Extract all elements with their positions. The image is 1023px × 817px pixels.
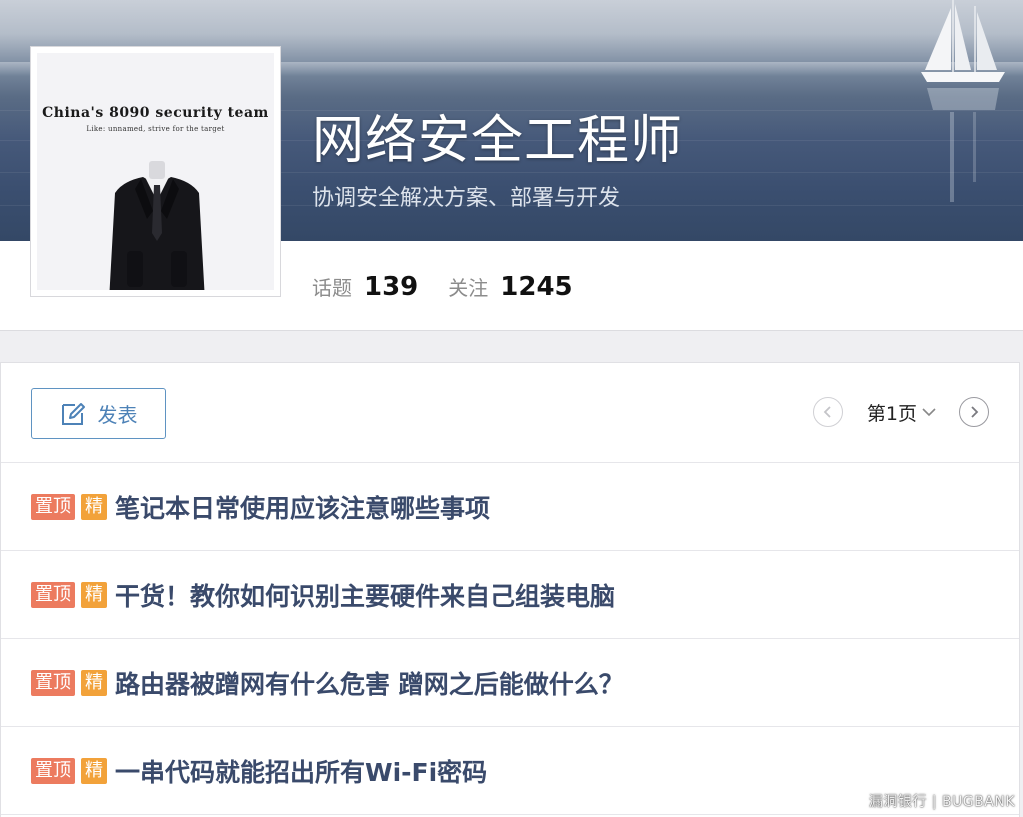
- followers-count[interactable]: 1245: [500, 272, 572, 302]
- topic-title[interactable]: 笔记本日常使用应该注意哪些事项: [115, 489, 490, 525]
- chevron-left-icon: [823, 406, 831, 418]
- topic-row[interactable]: 置顶 精 一串代码就能招出所有Wi-Fi密码: [1, 727, 1019, 815]
- sailboat-image: [921, 0, 1005, 202]
- featured-badge: 精: [81, 581, 107, 608]
- topic-title[interactable]: 路由器被蹭网有什么危害 蹭网之后能做什么？: [115, 665, 624, 701]
- previous-page-button[interactable]: [812, 397, 843, 427]
- current-page-label: 第1页: [866, 402, 917, 425]
- group-subtitle: 协调安全解决方案、部署与开发: [312, 186, 621, 211]
- topics-count-label: 话题: [312, 276, 352, 300]
- avatar-heading: China's 8090 security team: [42, 105, 269, 121]
- pinned-badge: 置顶: [31, 581, 75, 608]
- topic-list: 置顶 精 笔记本日常使用应该注意哪些事项 置顶 精 干货！教你如何识别主要硬件来…: [1, 463, 1019, 815]
- topics-count: 139: [364, 272, 419, 302]
- post-button[interactable]: 发表: [31, 388, 166, 439]
- pinned-badge: 置顶: [31, 669, 75, 696]
- pinned-badge: 置顶: [31, 493, 75, 520]
- featured-badge: 精: [81, 669, 107, 696]
- followers-count-label[interactable]: 关注: [448, 272, 488, 301]
- topic-title[interactable]: 干货！教你如何识别主要硬件来自己组装电脑: [115, 577, 615, 613]
- topic-row[interactable]: 置顶 精 路由器被蹭网有什么危害 蹭网之后能做什么？: [1, 639, 1019, 727]
- suit-figure-image: [109, 161, 205, 290]
- topic-row[interactable]: 置顶 精 干货！教你如何识别主要硬件来自己组装电脑: [1, 551, 1019, 639]
- featured-badge: 精: [81, 757, 107, 784]
- post-button-label: 发表: [97, 403, 138, 427]
- group-stats: 话题 139 关注 1245: [312, 272, 603, 302]
- chevron-down-icon: [922, 408, 936, 417]
- topic-toolbar: 发表 第1页: [1, 363, 1019, 463]
- next-page-button[interactable]: [959, 397, 989, 427]
- edit-icon: [61, 402, 85, 425]
- pagination: 第1页: [812, 397, 989, 427]
- featured-badge: 精: [81, 493, 107, 520]
- group-avatar: China's 8090 security team Like: unnamed…: [30, 46, 281, 297]
- group-page: 网络安全工程师 协调安全解决方案、部署与开发 话题 139 关注 1245 Ch…: [0, 0, 1023, 817]
- watermark: 漏洞银行 | BUGBANK: [868, 794, 1015, 810]
- chevron-right-icon: [971, 406, 979, 418]
- avatar-tagline: Like: unnamed, strive for the target: [86, 125, 225, 133]
- topic-panel: 发表 第1页 置顶 精 笔记本日常使用应该注意哪些事项 置顶 精 干货！教你如何…: [0, 362, 1020, 817]
- page-select[interactable]: 第1页: [867, 399, 937, 426]
- topic-title[interactable]: 一串代码就能招出所有Wi-Fi密码: [115, 753, 487, 789]
- group-title: 网络安全工程师: [312, 111, 684, 171]
- pinned-badge: 置顶: [31, 757, 75, 784]
- topic-row[interactable]: 置顶 精 笔记本日常使用应该注意哪些事项: [1, 463, 1019, 551]
